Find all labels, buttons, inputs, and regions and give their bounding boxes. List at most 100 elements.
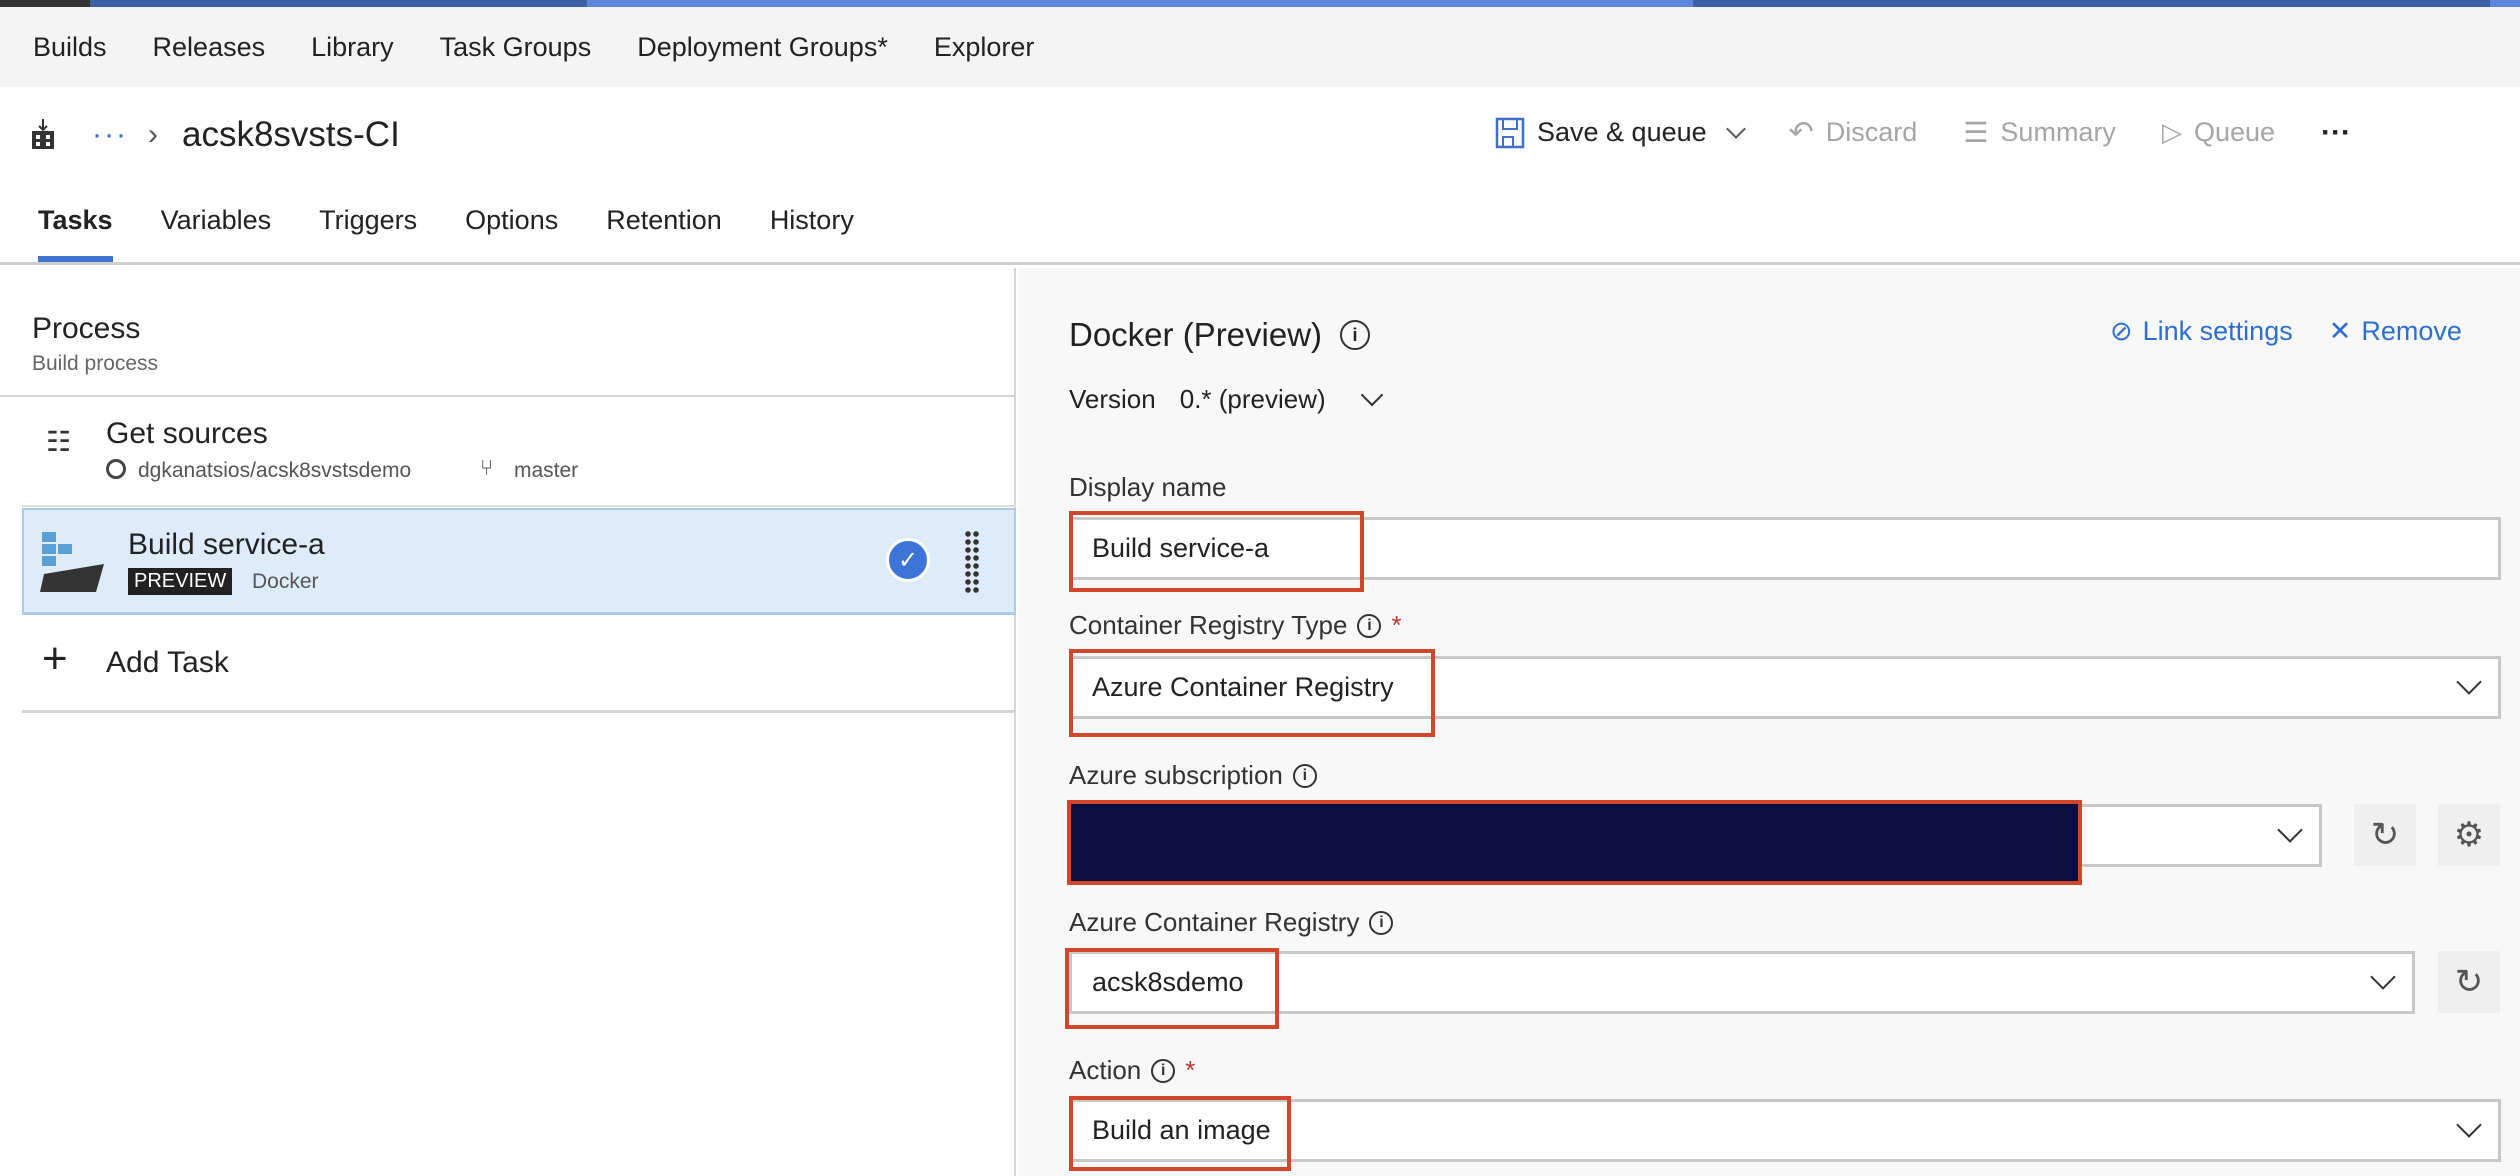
nav-deployment-groups[interactable]: Deployment Groups* xyxy=(637,32,888,63)
more-icon: ··· xyxy=(2321,115,2351,149)
required-marker: * xyxy=(1185,1055,1196,1085)
subscription-label: Azure subscription i xyxy=(1069,760,1317,791)
summary-label: Summary xyxy=(2000,117,2116,147)
queue-button[interactable]: ▷ Queue xyxy=(2162,117,2275,148)
save-icon xyxy=(1495,117,1525,148)
queue-label: Queue xyxy=(2193,117,2276,147)
remove-label: Remove xyxy=(2361,316,2462,346)
task-get-sources[interactable]: ☷ Get sources dgkanatsios/acsk8svstsdemo… xyxy=(22,397,1016,507)
chevron-down-icon xyxy=(2456,669,2482,695)
refresh-subscription-button[interactable]: ↻ xyxy=(2354,804,2416,866)
docker-icon xyxy=(40,532,104,592)
info-icon[interactable]: i xyxy=(1340,320,1371,350)
repo-name: dgkanatsios/acsk8svstsdemo xyxy=(138,459,412,482)
page-title: acsk8svsts-CI xyxy=(181,115,400,154)
highlight-box xyxy=(1069,649,1435,737)
list-icon: ☰ xyxy=(1963,117,1989,148)
version-label: Version xyxy=(1069,384,1156,414)
label-text: Container Registry Type xyxy=(1069,610,1348,640)
version-value: 0.* (preview) xyxy=(1179,384,1326,414)
refresh-acr-button[interactable]: ↻ xyxy=(2438,951,2500,1013)
label-text: Action xyxy=(1069,1055,1142,1085)
close-icon: ✕ xyxy=(2328,316,2352,346)
plus-icon: + xyxy=(42,634,68,683)
info-icon[interactable]: i xyxy=(1151,1058,1176,1083)
remove-button[interactable]: ✕ Remove xyxy=(2329,316,2462,347)
required-marker: * xyxy=(1391,610,1402,640)
acr-label: Azure Container Registry i xyxy=(1069,907,1394,938)
detail-actions: ⊘ Link settings ✕ Remove xyxy=(2110,316,2462,347)
highlight-box xyxy=(1069,1096,1291,1171)
tab-bar: Tasks Variables Triggers Options Retenti… xyxy=(38,205,854,262)
process-subtitle: Build process xyxy=(32,352,159,375)
chevron-down-icon xyxy=(2370,964,2396,990)
info-icon[interactable]: i xyxy=(1369,910,1394,935)
discard-label: Discard xyxy=(1825,117,1918,147)
add-task-button[interactable]: + Add Task xyxy=(22,616,1016,713)
action-label: Action i * xyxy=(1069,1055,1195,1086)
manage-subscription-button[interactable]: ⚙ xyxy=(2438,804,2500,866)
more-actions-button[interactable]: ··· xyxy=(2321,116,2351,150)
tab-triggers[interactable]: Triggers xyxy=(319,205,417,262)
chevron-down-icon xyxy=(2456,1112,2482,1138)
save-queue-label: Save & queue xyxy=(1537,117,1707,147)
tab-tasks[interactable]: Tasks xyxy=(38,205,113,262)
build-pipeline-icon xyxy=(32,119,54,149)
undo-icon: ↶ xyxy=(1788,116,1814,149)
task-title: Build service-a xyxy=(128,528,325,561)
toolbar: Save & queue ↶ Discard ☰ Summary ▷ Queue ··… xyxy=(1495,115,2397,150)
process-title: Process xyxy=(32,312,141,345)
display-name-label: Display name xyxy=(1069,472,1227,503)
detail-title: Docker (Preview) i xyxy=(1069,316,1371,354)
task-type: Docker xyxy=(252,570,319,593)
nav-releases[interactable]: Releases xyxy=(153,32,266,63)
top-accent-strip xyxy=(0,0,2520,7)
nav-library[interactable]: Library xyxy=(311,32,394,63)
highlight-box xyxy=(1065,948,1279,1029)
label-text: Azure subscription xyxy=(1069,760,1283,790)
tab-variables[interactable]: Variables xyxy=(161,205,272,262)
gear-icon: ⚙ xyxy=(2453,816,2485,854)
branch-name: master xyxy=(514,459,579,482)
link-settings-button[interactable]: ⊘ Link settings xyxy=(2110,316,2293,347)
add-task-label: Add Task xyxy=(106,646,229,679)
link-icon: ⊘ xyxy=(2110,316,2133,346)
highlight-box xyxy=(1067,800,2082,885)
link-settings-label: Link settings xyxy=(2142,316,2293,346)
save-queue-button[interactable]: Save & queue xyxy=(1495,117,1746,149)
chevron-down-icon xyxy=(2277,817,2303,843)
task-build-service-a[interactable]: Build service-a PREVIEW Docker ✓ xyxy=(22,508,1016,615)
drag-handle-icon[interactable] xyxy=(964,530,980,594)
source-icon: ☷ xyxy=(46,426,72,457)
breadcrumb-more-button[interactable]: ··· xyxy=(92,118,128,152)
checkmark-icon: ✓ xyxy=(886,538,930,582)
github-icon xyxy=(106,459,126,479)
task-title: Get sources xyxy=(106,417,268,450)
tab-options[interactable]: Options xyxy=(465,205,558,262)
info-icon[interactable]: i xyxy=(1292,763,1317,788)
nav-task-groups[interactable]: Task Groups xyxy=(440,32,592,63)
chevron-down-icon xyxy=(1725,118,1746,139)
summary-button[interactable]: ☰ Summary xyxy=(1963,116,2116,149)
branch-icon: ⑂ xyxy=(480,455,494,480)
chevron-down-icon xyxy=(1360,383,1383,406)
version-selector[interactable]: Version 0.* (preview) xyxy=(1069,383,1383,415)
refresh-icon: ↻ xyxy=(2370,816,2400,854)
refresh-icon: ↻ xyxy=(2454,963,2484,1001)
chevron-right-icon: › xyxy=(147,118,158,151)
breadcrumb: ··· › acsk8svsts-CI xyxy=(30,115,400,155)
tab-retention[interactable]: Retention xyxy=(606,205,722,262)
detail-title-text: Docker (Preview) xyxy=(1069,316,1323,353)
nav-builds[interactable]: Builds xyxy=(33,32,107,63)
highlight-box xyxy=(1069,511,1364,592)
discard-button[interactable]: ↶ Discard xyxy=(1789,115,1918,150)
label-text: Azure Container Registry xyxy=(1069,907,1360,937)
nav-explorer[interactable]: Explorer xyxy=(934,32,1035,63)
info-icon[interactable]: i xyxy=(1357,613,1382,638)
label-text: Display name xyxy=(1069,472,1227,502)
tab-history[interactable]: History xyxy=(770,205,854,262)
play-icon: ▷ xyxy=(2161,117,2182,147)
top-nav: Builds Releases Library Task Groups Depl… xyxy=(0,7,2520,87)
preview-badge: PREVIEW xyxy=(128,568,233,595)
registry-type-label: Container Registry Type i * xyxy=(1069,610,1402,641)
